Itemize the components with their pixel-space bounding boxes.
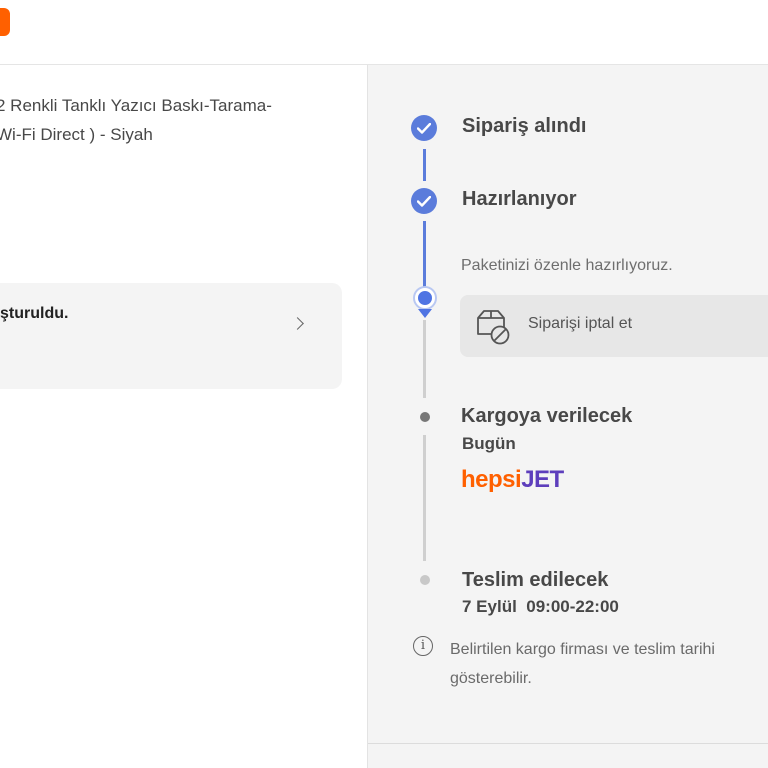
step-label: Sipariş alındı (462, 115, 587, 137)
chevron-right-icon (291, 317, 304, 330)
order-info-text: şturuldu. (0, 305, 69, 322)
product-title[interactable]: 2 Renkli Tanklı Yazıcı Baskı-Tarama- Wi-… (0, 91, 336, 149)
product-title-line-1: 2 Renkli Tanklı Yazıcı Baskı-Tarama- (0, 96, 272, 115)
current-step-indicator (415, 288, 435, 308)
pending-step-dot (420, 412, 430, 422)
brand-logo[interactable] (0, 8, 10, 36)
timeline-connector (423, 221, 426, 287)
timeline-connector (423, 320, 426, 398)
step-date: Bugün (462, 434, 516, 453)
delivery-note-line: gösterebilir. (450, 670, 532, 687)
product-title-line-2: Wi-Fi Direct ) - Siyah (0, 125, 153, 144)
order-details-panel: 2 Renkli Tanklı Yazıcı Baskı-Tarama- Wi-… (0, 65, 367, 768)
step-date: 7 Eylül 09:00-22:00 (462, 597, 619, 616)
timeline-connector (423, 149, 426, 181)
cancel-order-button[interactable]: Siparişi iptal et (460, 295, 768, 357)
carrier-logo-part: hepsi (461, 466, 522, 493)
order-status-panel: Sipariş alındı Hazırlanıyor Paketinizi ö… (367, 65, 768, 768)
step-label: Kargoya verilecek (461, 405, 633, 427)
step-completed-icon (411, 188, 437, 214)
top-bar (0, 0, 768, 65)
delivery-note: Belirtilen kargo firması ve teslim tarih… (450, 635, 768, 693)
carrier-logo: hepsiJET (461, 466, 564, 494)
step-label: Hazırlanıyor (462, 188, 577, 210)
divider (368, 743, 768, 744)
info-icon: i (413, 636, 433, 656)
cancel-order-label: Siparişi iptal et (528, 315, 633, 332)
carrier-logo-part: JET (521, 466, 564, 493)
step-completed-icon (411, 115, 437, 141)
step-label: Teslim edilecek (462, 569, 609, 591)
timeline-connector (423, 435, 426, 561)
current-step-arrow-icon (418, 309, 432, 318)
delivery-note-line: Belirtilen kargo firması ve teslim tarih… (450, 641, 715, 658)
step-description: Paketinizi özenle hazırlıyoruz. (461, 257, 673, 274)
package-cancel-icon (477, 310, 510, 345)
pending-step-dot (420, 575, 430, 585)
order-info-card[interactable]: şturuldu. (0, 283, 342, 389)
